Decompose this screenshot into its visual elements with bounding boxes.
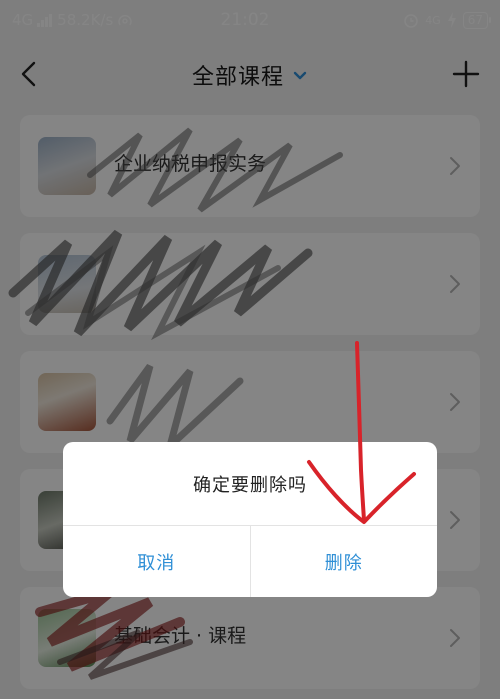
dialog-message: 确定要删除吗: [63, 442, 437, 526]
cancel-button[interactable]: 取消: [63, 526, 250, 597]
dialog-actions: 取消 删除: [63, 526, 437, 597]
delete-button[interactable]: 删除: [249, 526, 438, 597]
screen: 4G 58.2K/s 21:02 4G 67 全部课程 企业纳税申报实务 基础会…: [0, 0, 500, 699]
confirm-delete-dialog: 确定要删除吗 取消 删除: [63, 442, 437, 597]
